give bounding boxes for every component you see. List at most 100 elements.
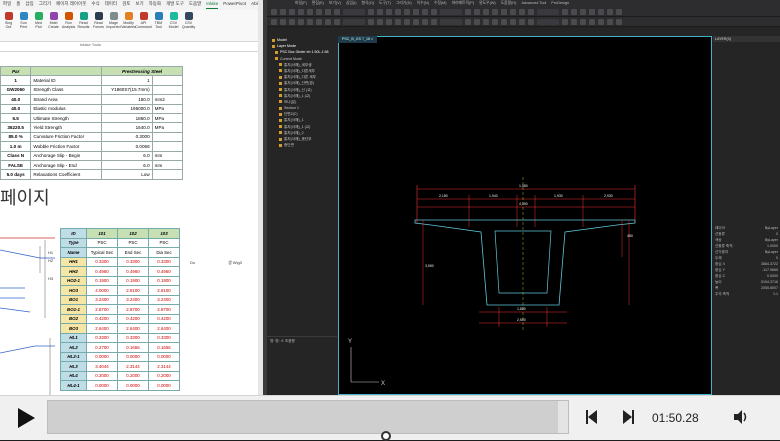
row-key[interactable]: 5.5 [0, 112, 32, 124]
row-label[interactable]: Elastic modulus [30, 103, 103, 114]
row-value[interactable]: 0.0000 [86, 380, 118, 391]
ribbon-button[interactable]: Mage Imported [106, 12, 121, 39]
toolbar-button[interactable] [343, 9, 365, 15]
row-key[interactable]: HH1 [60, 256, 87, 267]
toolbar-button[interactable] [580, 9, 586, 15]
row-unit[interactable]: mm [151, 159, 184, 171]
toolbar-button[interactable] [616, 9, 622, 15]
toolbar-button[interactable] [307, 19, 313, 25]
toolbar-button[interactable] [492, 19, 498, 25]
row-value[interactable]: 6.0 [101, 159, 153, 171]
model-tree[interactable]: Model Layer Mode PSC Box Girder eb 1.50L.1… [267, 36, 337, 336]
row-label[interactable]: Strength Class [30, 84, 103, 96]
toolbar-button[interactable] [598, 9, 604, 15]
row-key[interactable]: 5.0 days [0, 169, 32, 180]
row-value[interactable]: PSC [148, 237, 180, 248]
cad-menu-item[interactable]: 형식(O) [362, 1, 374, 6]
row-value[interactable]: Low [101, 169, 153, 180]
toolbar-button[interactable] [519, 19, 525, 25]
ribbon-tab[interactable]: PowerPivot [223, 1, 246, 9]
cad-menu-item[interactable]: 파라메트릭(P) [452, 1, 475, 6]
row-value[interactable]: 0.4200 [148, 313, 180, 324]
toolbar-button[interactable] [562, 9, 568, 15]
row-value[interactable]: 0.3300 [148, 332, 180, 343]
ribbon-tab[interactable]: 파일 [3, 1, 11, 9]
row-value[interactable]: 0.3300 [117, 256, 149, 267]
ribbon-button[interactable]: Read Results [77, 12, 90, 39]
seek-track[interactable] [47, 400, 569, 434]
toolbar-button[interactable] [483, 9, 489, 15]
row-key[interactable]: BO1 [60, 294, 87, 305]
toolbar-button[interactable] [298, 9, 304, 15]
ribbon-tab[interactable]: 데이터 [105, 1, 117, 9]
row-key[interactable]: Class N [0, 150, 32, 161]
row-value[interactable]: 2.8100 [117, 285, 149, 296]
toolbar-button[interactable] [483, 19, 489, 25]
toolbar-button[interactable] [440, 9, 462, 15]
row-value[interactable]: 1 [101, 75, 153, 86]
row-value[interactable]: 0.3000 [101, 131, 153, 143]
row-value[interactable]: 4.0000 [86, 285, 118, 296]
ribbon-button[interactable]: Run Analysis [62, 12, 75, 39]
row-value[interactable]: 0.2000 [86, 370, 118, 381]
row-key[interactable]: HL2 [60, 342, 87, 353]
ribbon-button[interactable]: Mdel Create [47, 12, 60, 39]
row-value[interactable]: 0.1656 [148, 342, 180, 353]
toolbar-button[interactable] [368, 19, 374, 25]
row-unit[interactable] [151, 75, 184, 86]
volume-icon[interactable] [732, 408, 750, 426]
toolbar-button[interactable] [316, 9, 322, 15]
row-value[interactable]: 150.0 [101, 94, 153, 105]
toolbar-button[interactable] [580, 19, 586, 25]
ribbon-tab[interactable]: 홈 [16, 1, 20, 9]
ribbon-button[interactable]: CSV Quantity [182, 12, 195, 39]
ribbon-tab[interactable]: 삽입 [25, 1, 33, 9]
toolbar-button[interactable] [607, 19, 613, 25]
cad-menu-item[interactable]: 보기(V) [329, 1, 341, 6]
row-value[interactable]: 0.3300 [117, 332, 149, 343]
toolbar-button[interactable] [325, 19, 331, 25]
toolbar-button[interactable] [289, 9, 295, 15]
row-value[interactable]: 101 [86, 228, 118, 239]
ribbon-tab[interactable]: Inlake [206, 1, 219, 9]
row-key[interactable]: HL4 [60, 370, 87, 381]
toolbar-button[interactable] [271, 9, 277, 15]
row-value[interactable]: End Sec [117, 247, 149, 258]
skip-forward-icon[interactable] [620, 408, 636, 426]
tree-item[interactable]: 종단면 [270, 143, 334, 149]
toolbar-button[interactable] [501, 9, 507, 15]
toolbar-button[interactable] [386, 19, 392, 25]
row-key[interactable]: BO1-1 [60, 304, 87, 315]
row-label[interactable]: Ultimate Strength [30, 112, 103, 124]
ribbon-button[interactable]: Read Forces [92, 12, 105, 39]
row-value[interactable]: 3.2400 [86, 294, 118, 305]
row-value[interactable]: Dia Sec [148, 247, 180, 258]
ribbon-tab[interactable]: 페이지 레이아웃 [56, 1, 86, 9]
cad-menu-item[interactable]: ProDesign [551, 1, 569, 6]
row-label[interactable]: Wobble Friction Factor [30, 141, 103, 152]
row-value[interactable]: PSC [86, 237, 118, 248]
toolbar-button[interactable] [404, 19, 410, 25]
cad-viewport[interactable]: 1,080 2,180 1,940 1,930 2,930 4,390 450 3,550 1,… [338, 36, 712, 395]
row-value[interactable]: 0.3300 [148, 256, 180, 267]
row-value[interactable]: 2.3144 [148, 361, 180, 372]
row-unit[interactable]: MPa [151, 112, 184, 124]
toolbar-button[interactable] [413, 9, 419, 15]
row-value[interactable]: 3.2400 [148, 294, 180, 305]
row-key[interactable]: HL4-1 [60, 380, 87, 391]
toolbar-button[interactable] [334, 9, 340, 15]
row-value[interactable]: PSC [117, 237, 149, 248]
row-value[interactable]: 0.1900 [86, 275, 118, 286]
row-key[interactable]: Type [60, 237, 87, 248]
row-key[interactable]: Name [60, 247, 87, 258]
toolbar-button[interactable] [280, 19, 286, 25]
row-value[interactable]: 2.3144 [117, 361, 149, 372]
toolbar-button[interactable] [395, 19, 401, 25]
toolbar-button[interactable] [298, 19, 304, 25]
row-label[interactable]: Material ID [30, 75, 103, 86]
toolbar-button[interactable] [537, 19, 559, 25]
row-value[interactable]: 3.2400 [117, 294, 149, 305]
toolbar-button[interactable] [571, 9, 577, 15]
toolbar-button[interactable] [607, 9, 613, 15]
toolbar-button[interactable] [334, 19, 340, 25]
